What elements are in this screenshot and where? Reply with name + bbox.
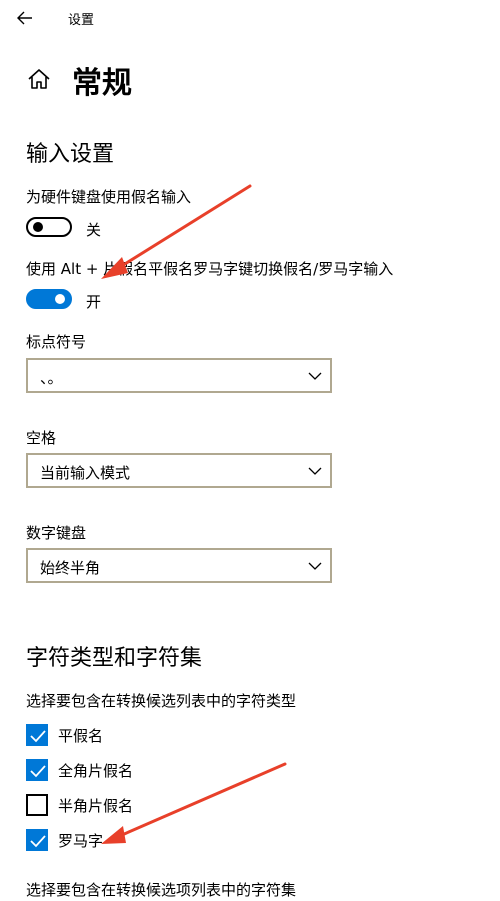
home-icon <box>26 66 52 92</box>
checkbox-label: 全角片假名 <box>58 762 134 780</box>
dropdown-label-punctuation: 标点符号 <box>26 333 87 351</box>
toggle-kana-input[interactable] <box>26 217 72 237</box>
numpad-dropdown[interactable]: 始终半角 <box>26 548 332 583</box>
page-title: 常规 <box>72 66 132 101</box>
char-types-description: 选择要包含在转换候选列表中的字符类型 <box>26 692 297 710</box>
punctuation-dropdown[interactable]: 、。 <box>26 358 332 393</box>
chevron-down-icon <box>308 467 322 475</box>
checkbox-label: 平假名 <box>58 727 104 745</box>
toggle-label-alt-switch: 使用 Alt + 片假名平假名罗马字键切换假名/罗马字输入 <box>26 260 394 278</box>
checkbox-fullwidth-katakana[interactable] <box>26 759 48 781</box>
dropdown-label-space: 空格 <box>26 429 57 447</box>
dropdown-value: 、。 <box>40 369 63 387</box>
dropdown-value: 始终半角 <box>40 559 101 577</box>
toggle-knob <box>33 222 43 232</box>
toggle-state-alt-switch: 开 <box>86 293 102 311</box>
dropdown-label-numpad: 数字键盘 <box>26 524 87 542</box>
section-heading-input: 输入设置 <box>26 142 115 167</box>
checkmark-icon <box>30 765 46 778</box>
checkbox-label: 半角片假名 <box>58 797 134 815</box>
toggle-state-kana-input: 关 <box>86 221 102 239</box>
chevron-down-icon <box>308 562 322 570</box>
section-heading-charset: 字符类型和字符集 <box>26 646 203 671</box>
toggle-alt-switch[interactable] <box>26 289 72 309</box>
checkbox-label: 罗马字 <box>58 832 104 850</box>
back-arrow-icon <box>17 11 32 25</box>
checkmark-icon <box>30 730 46 743</box>
checkmark-icon <box>30 835 46 848</box>
checkbox-halfwidth-katakana[interactable] <box>26 794 48 816</box>
back-button[interactable] <box>14 6 40 30</box>
window-title: 设置 <box>68 13 95 28</box>
toggle-label-kana-input: 为硬件键盘使用假名输入 <box>26 188 192 206</box>
dropdown-value: 当前输入模式 <box>40 464 131 482</box>
chevron-down-icon <box>308 372 322 380</box>
checkbox-romaji[interactable] <box>26 829 48 851</box>
toggle-knob <box>55 294 65 304</box>
checkbox-hiragana[interactable] <box>26 724 48 746</box>
char-sets-description: 选择要包含在转换候选项列表中的字符集 <box>26 881 297 899</box>
space-dropdown[interactable]: 当前输入模式 <box>26 453 332 488</box>
